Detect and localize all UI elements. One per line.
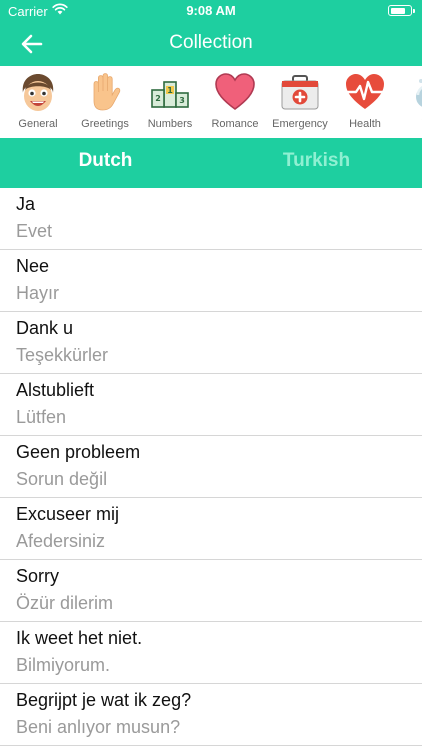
phrase-row[interactable]: Begrijpt je wat ik zeg? Beni anlıyor mus… bbox=[0, 684, 422, 746]
phrase-translation: Bilmiyorum. bbox=[16, 655, 111, 675]
phrase-source: Ik weet het niet. bbox=[16, 628, 143, 648]
phrase-row[interactable]: Geen probleem Sorun değil bbox=[0, 436, 422, 498]
phrase-row[interactable]: Ik weet het niet. Bilmiyorum. bbox=[0, 622, 422, 684]
phrase-translation: Teşekkürler bbox=[16, 345, 109, 365]
category-emergency[interactable]: Emergency bbox=[267, 69, 331, 135]
category-health[interactable]: Health bbox=[332, 69, 396, 135]
battery-icon bbox=[388, 5, 415, 16]
phrase-source: Alstublieft bbox=[16, 380, 95, 400]
status-bar: Carrier 9:08 AM bbox=[0, 0, 422, 22]
phrase-translation: Hayır bbox=[16, 283, 60, 303]
hand-icon bbox=[93, 73, 121, 111]
phrase-row[interactable]: Ja Evet bbox=[0, 188, 422, 250]
first-aid-icon bbox=[281, 75, 319, 110]
phrase-row[interactable]: Nee Hayır bbox=[0, 250, 422, 312]
phrase-translation: Afedersiniz bbox=[16, 531, 106, 551]
svg-text:1: 1 bbox=[167, 86, 173, 95]
tab-source-language[interactable]: Dutch bbox=[0, 138, 211, 188]
status-time: 9:08 AM bbox=[186, 3, 236, 18]
phrase-row[interactable]: Excuseer mij Afedersiniz bbox=[0, 498, 422, 560]
category-weather[interactable]: We bbox=[397, 69, 422, 135]
category-greetings[interactable]: Greetings bbox=[72, 69, 136, 135]
category-strip[interactable]: General Greetings 1 2 3 Numbers Romance bbox=[0, 66, 422, 138]
nav-bar: Collection bbox=[0, 22, 422, 66]
category-romance[interactable]: Romance bbox=[202, 69, 266, 135]
phrase-row[interactable]: Alstublieft Lütfen bbox=[0, 374, 422, 436]
phrase-source: Geen probleem bbox=[16, 442, 141, 462]
phrase-translation: Evet bbox=[16, 221, 53, 241]
weather-icon bbox=[416, 79, 422, 107]
phrase-translation: Lütfen bbox=[16, 407, 67, 427]
phrase-source: Sorry bbox=[16, 566, 60, 586]
svg-text:3: 3 bbox=[179, 96, 185, 105]
page-title: Collection bbox=[169, 32, 253, 53]
category-numbers[interactable]: 1 2 3 Numbers bbox=[137, 69, 201, 135]
phrase-translation: Beni anlıyor musun? bbox=[16, 717, 181, 737]
phrase-source: Ja bbox=[16, 194, 36, 214]
heartbeat-icon bbox=[344, 74, 386, 109]
phrase-source: Nee bbox=[16, 256, 50, 276]
language-tabs: Dutch Turkish bbox=[0, 138, 422, 188]
phrase-source: Excuseer mij bbox=[16, 504, 120, 524]
phrase-translation: Özür dilerim bbox=[16, 593, 114, 613]
phrase-translation: Sorun değil bbox=[16, 469, 108, 489]
phrase-source: Begrijpt je wat ik zeg? bbox=[16, 690, 192, 710]
phrase-row[interactable]: Dank u Teşekkürler bbox=[0, 312, 422, 374]
category-general[interactable]: General bbox=[5, 69, 69, 135]
svg-text:2: 2 bbox=[155, 94, 161, 103]
category-label: We bbox=[391, 118, 422, 130]
phrase-list[interactable]: Ja Evet Nee Hayır Dank u Teşekkürler Als… bbox=[0, 188, 422, 750]
podium-icon: 1 2 3 bbox=[151, 81, 189, 108]
tab-target-language[interactable]: Turkish bbox=[211, 138, 422, 188]
phrase-source: Dank u bbox=[16, 318, 74, 338]
heart-icon bbox=[215, 73, 255, 110]
phrase-row[interactable]: Sorry Özür dilerim bbox=[0, 560, 422, 622]
face-icon bbox=[22, 74, 54, 111]
top-bar: Carrier 9:08 AM Collection bbox=[0, 0, 422, 66]
